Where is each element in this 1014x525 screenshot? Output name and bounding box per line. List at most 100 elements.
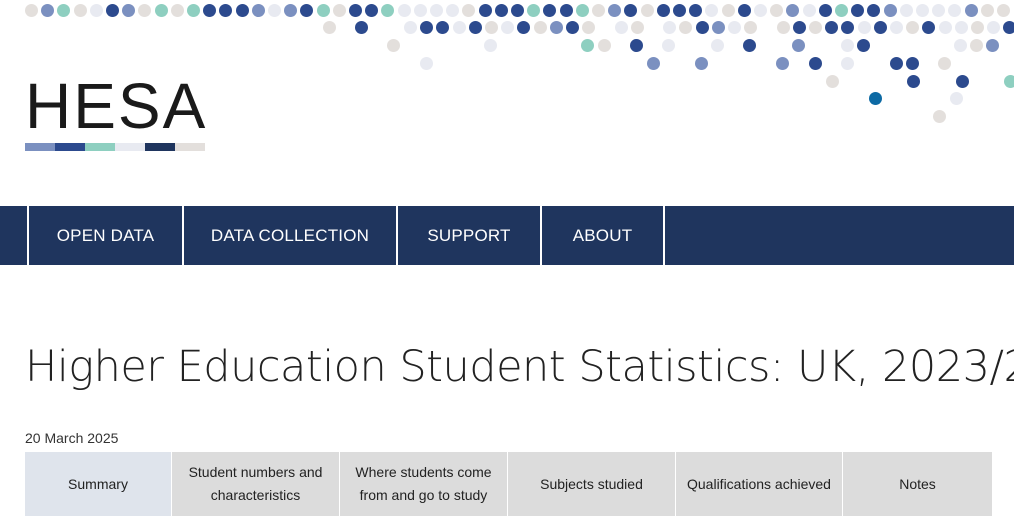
pattern-dot [300,4,314,17]
pattern-dot [582,21,596,34]
pattern-dot [420,57,433,70]
pattern-dot [57,4,71,17]
pattern-dot [776,21,790,34]
pattern-dot [889,57,903,70]
pattern-dot [1004,75,1014,88]
section-tabs: Summary Student numbers and characterist… [25,452,992,516]
hesa-logo[interactable]: HESA [25,70,208,156]
tab-label: Where students come from and go to study [355,464,492,503]
pattern-dot [25,4,38,17]
nav-item-label: DATA COLLECTION [210,225,370,245]
pattern-dot [170,4,184,17]
pattern-dot [987,21,1001,34]
pattern-dot [890,21,903,34]
nav-about[interactable]: ABOUT [542,206,665,265]
pattern-dot [154,4,168,17]
pattern-dot [826,75,839,88]
pattern-dot [964,4,978,17]
pattern-dot [430,4,443,17]
tab-where-students-study[interactable]: Where students come from and go to study [340,452,508,516]
pattern-dot [656,4,670,17]
pattern-dot [404,21,417,34]
pattern-dot [851,4,865,17]
tab-label: Summary [68,475,128,492]
logo-color-bar [25,143,205,151]
pattern-dot [511,4,524,17]
tab-summary[interactable]: Summary [25,452,172,516]
nav-item-label: ABOUT [572,225,633,245]
pattern-dot [857,21,871,34]
pattern-dot [543,4,557,17]
pattern-dot [948,4,962,17]
pattern-dot [950,92,963,105]
pattern-dot [365,4,379,17]
pattern-dot [721,4,735,17]
tab-notes[interactable]: Notes [843,452,992,516]
tab-subjects-studied[interactable]: Subjects studied [508,452,676,516]
pattern-dot [614,21,628,34]
pattern-dot [624,4,638,17]
page-title: Higher Education Student Statistics: UK,… [25,342,1014,392]
pattern-dot [809,21,822,34]
pattern-dot [997,4,1010,17]
pattern-dot [1003,21,1014,34]
pattern-dot [478,4,492,17]
tab-label: Subjects studied [540,475,643,492]
pattern-dot [630,21,644,34]
pattern-dot [873,21,887,34]
nav-support[interactable]: SUPPORT [398,206,542,265]
pattern-dot [679,21,693,34]
pattern-dot [332,4,346,17]
pattern-dot [906,57,919,70]
logo-text: HESA [25,70,208,142]
pattern-dot [89,4,103,17]
pattern-dot [856,39,870,52]
pattern-dot [663,21,677,34]
pattern-dot [770,4,784,17]
pattern-dot [640,4,654,17]
pattern-dot [484,39,498,52]
pattern-dot [349,4,362,17]
pattern-dot [420,21,434,34]
pattern-dot [187,4,200,17]
pattern-dot [841,57,855,70]
pattern-dot [468,21,482,34]
tab-student-numbers[interactable]: Student numbers and characteristics [172,452,340,516]
nav-open-data[interactable]: OPEN DATA [27,206,184,265]
nav-item-label: SUPPORT [427,225,511,245]
pattern-dot [355,21,369,34]
tab-label: Qualifications achieved [687,475,831,492]
nav-data-collection[interactable]: DATA COLLECTION [184,206,398,265]
pattern-dot [485,21,498,34]
pattern-dot [673,4,686,17]
pattern-dot [268,4,281,17]
pattern-dot [566,21,579,34]
pattern-dot [754,4,767,17]
pattern-dot [446,4,460,17]
pattern-dot [284,4,298,17]
pattern-dot [835,4,848,17]
pattern-dot [662,39,676,52]
pattern-dot [381,4,395,17]
pattern-dot [41,4,55,17]
pattern-dot [462,4,476,17]
pattern-dot [608,4,622,17]
pattern-dot [737,4,751,17]
pattern-dot [728,21,741,34]
pattern-dot [938,21,952,34]
pattern-dot [646,57,660,70]
tab-qualifications[interactable]: Qualifications achieved [676,452,843,516]
pattern-dot [711,21,725,34]
pattern-dot [808,57,822,70]
pattern-dot [436,21,450,34]
publication-date: 20 March 2025 [25,430,119,446]
pattern-dot [533,21,547,34]
pattern-dot [235,4,249,17]
pattern-dot [452,21,466,34]
pattern-dot [494,4,508,17]
pattern-dot [689,4,703,17]
pattern-dot [840,39,854,52]
pattern-dot [970,39,984,52]
nav-item-label: OPEN DATA [56,225,155,245]
